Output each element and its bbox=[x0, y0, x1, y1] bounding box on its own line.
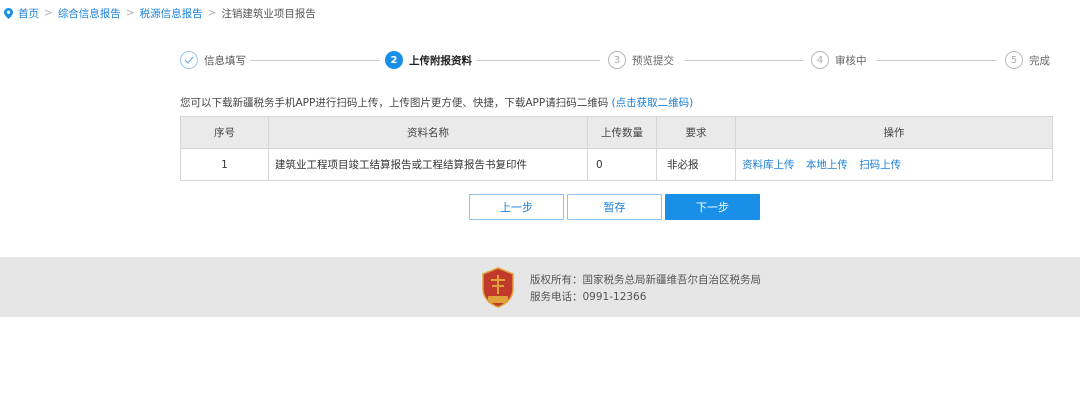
step-under-review: 4 审核中 bbox=[811, 50, 867, 70]
breadcrumb-separator: > bbox=[44, 7, 53, 19]
table-row: 1 建筑业工程项目竣工结算报告或工程结算报告书复印件 0 非必报 资料库上传 本… bbox=[180, 148, 1053, 181]
next-step-button[interactable]: 下一步 bbox=[665, 194, 760, 220]
row-actions: 资料库上传 本地上传 扫码上传 bbox=[735, 148, 1053, 181]
local-upload-link[interactable]: 本地上传 bbox=[806, 159, 848, 171]
step-complete: 5 完成 bbox=[1005, 50, 1050, 70]
attachments-table: 序号 资料名称 上传数量 要求 操作 1 建筑业工程项目竣工结算报告或工程结算报… bbox=[180, 116, 1053, 181]
breadcrumb-separator: > bbox=[125, 7, 135, 19]
column-header-count: 上传数量 bbox=[587, 116, 657, 149]
save-draft-button[interactable]: 暂存 bbox=[567, 194, 662, 220]
step-label: 审核中 bbox=[835, 54, 867, 67]
step-number: 4 bbox=[811, 51, 829, 69]
scan-upload-link[interactable]: 扫码上传 bbox=[859, 159, 901, 171]
step-label: 预览提交 bbox=[632, 54, 674, 67]
step-upload-attachments: 2 上传附报资料 bbox=[385, 50, 472, 70]
prev-step-button[interactable]: 上一步 bbox=[469, 194, 564, 220]
step-label: 上传附报资料 bbox=[409, 54, 472, 67]
row-upload-count: 0 bbox=[587, 148, 657, 181]
step-preview-submit: 3 预览提交 bbox=[608, 50, 674, 70]
breadcrumb-item-tax-source-report[interactable]: 税源信息报告 bbox=[140, 6, 203, 21]
breadcrumb-current: 注销建筑业项目报告 bbox=[221, 7, 316, 20]
check-icon bbox=[180, 51, 198, 69]
column-header-actions: 操作 bbox=[735, 116, 1053, 149]
step-number: 3 bbox=[608, 51, 626, 69]
step-number: 5 bbox=[1005, 51, 1023, 69]
table-header-row: 序号 资料名称 上传数量 要求 操作 bbox=[180, 116, 1053, 149]
breadcrumb-separator: > bbox=[207, 7, 217, 19]
column-header-name: 资料名称 bbox=[268, 116, 588, 149]
footer-info: 版权所有：国家税务总局新疆维吾尔自治区税务局 服务电话：0991-12366 bbox=[530, 272, 761, 306]
row-document-name: 建筑业工程项目竣工结算报告或工程结算报告书复印件 bbox=[268, 148, 588, 181]
get-qr-code-link[interactable]: 点击获取二维码 bbox=[616, 97, 690, 109]
breadcrumb-item-comprehensive-report[interactable]: 综合信息报告 bbox=[58, 6, 121, 21]
breadcrumb-home[interactable]: 首页 bbox=[18, 6, 39, 21]
page-footer: 版权所有：国家税务总局新疆维吾尔自治区税务局 服务电话：0991-12366 bbox=[0, 257, 1080, 317]
step-number: 2 bbox=[385, 51, 403, 69]
row-requirement: 非必报 bbox=[656, 148, 736, 181]
step-connector bbox=[250, 60, 380, 61]
step-connector bbox=[477, 60, 600, 61]
upload-notice: 您可以下载新疆税务手机APP进行扫码上传，上传图片更方便、快捷，下载APP请扫码… bbox=[180, 95, 693, 110]
step-label: 完成 bbox=[1029, 54, 1050, 67]
library-upload-link[interactable]: 资料库上传 bbox=[742, 159, 795, 171]
column-header-index: 序号 bbox=[180, 116, 269, 149]
progress-steps: 信息填写 2 上传附报资料 3 预览提交 4 审核中 5 完成 bbox=[180, 50, 1052, 70]
row-index: 1 bbox=[180, 148, 269, 181]
notice-text: 您可以下载新疆税务手机APP进行扫码上传，上传图片更方便、快捷，下载APP请扫码… bbox=[180, 97, 609, 109]
breadcrumb: 首页 > 综合信息报告 > 税源信息报告 > 注销建筑业项目报告 bbox=[4, 5, 316, 21]
column-header-requirement: 要求 bbox=[656, 116, 736, 149]
tax-emblem-logo bbox=[482, 267, 514, 308]
footer-phone: 服务电话：0991-12366 bbox=[530, 291, 647, 303]
location-pin-icon bbox=[4, 7, 13, 19]
step-label: 信息填写 bbox=[204, 54, 246, 67]
step-info-fill: 信息填写 bbox=[180, 50, 246, 70]
notice-paren-close: ) bbox=[689, 97, 694, 109]
step-connector bbox=[685, 60, 803, 61]
step-connector bbox=[877, 60, 997, 61]
footer-copyright: 版权所有：国家税务总局新疆维吾尔自治区税务局 bbox=[530, 274, 761, 286]
